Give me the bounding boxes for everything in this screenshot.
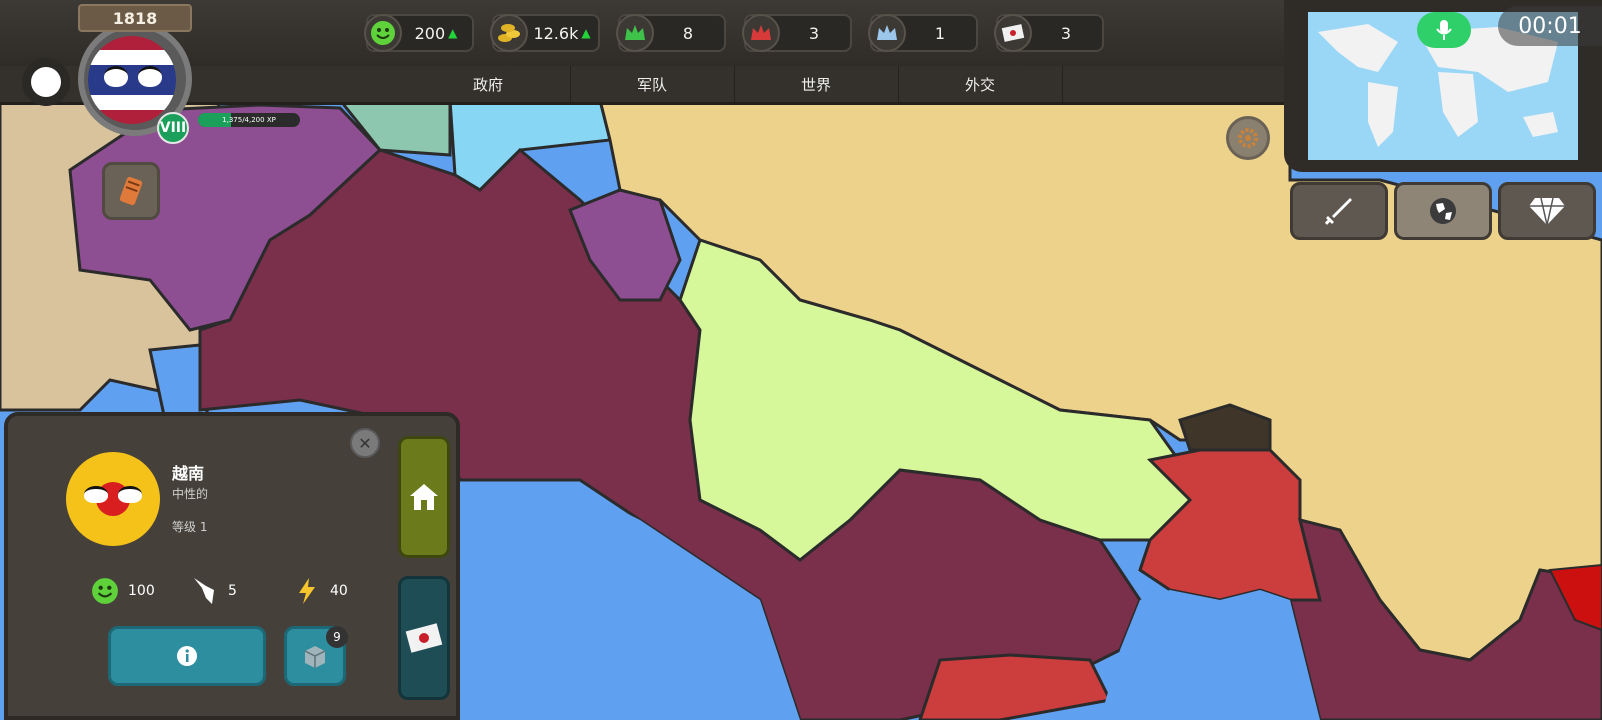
- country-flag-avatar: [66, 452, 160, 546]
- player-level-badge: VIII: [157, 112, 189, 144]
- happiness-value: 200: [414, 23, 446, 43]
- country-stance: 中性的: [172, 487, 209, 501]
- pointing-hand-icon: [190, 576, 220, 606]
- country-level: 等级 1: [172, 520, 208, 534]
- red-crown-value: 3: [808, 23, 820, 43]
- menu-toggle-button[interactable]: [22, 58, 70, 106]
- stat-happiness-value: 100: [128, 583, 155, 599]
- country-name: 越南: [172, 464, 205, 483]
- green-crown-value: 8: [682, 23, 694, 43]
- stat-influence: 5: [190, 576, 237, 606]
- gear-icon: [1238, 128, 1258, 148]
- country-info-button[interactable]: [108, 626, 266, 686]
- up-arrow-icon: ▲: [581, 26, 591, 40]
- happiness-icon: [90, 576, 120, 606]
- avatar-eye-right: [118, 486, 142, 503]
- globe-icon: [1430, 198, 1456, 224]
- home-icon: [410, 484, 438, 510]
- crate-icon: [304, 646, 326, 668]
- tab-bar: 政府 军队 世界 外交: [0, 66, 1290, 105]
- tab-army[interactable]: 军队: [570, 66, 735, 102]
- resource-green-crown[interactable]: 8: [616, 14, 726, 52]
- resource-letters[interactable]: 3: [994, 14, 1104, 52]
- green-crown-icon: [616, 14, 654, 52]
- stat-energy: 40: [292, 576, 348, 606]
- diamond-icon: [1529, 197, 1565, 226]
- settings-button[interactable]: [1226, 116, 1270, 160]
- tab-government[interactable]: 政府: [406, 66, 571, 102]
- up-arrow-icon: ▲: [448, 26, 458, 40]
- happiness-icon: [364, 14, 402, 52]
- scroll-icon: [119, 176, 143, 206]
- war-button[interactable]: [1290, 182, 1388, 240]
- avatar-eye-right: [138, 66, 162, 87]
- resource-gold[interactable]: 12.6k ▲: [490, 14, 600, 52]
- letters-value: 3: [1060, 23, 1072, 43]
- xp-bar: 1,375/4,200 XP: [198, 113, 300, 127]
- microphone-icon: [1436, 20, 1452, 40]
- tab-world[interactable]: 世界: [734, 66, 899, 102]
- avatar-eye-left: [104, 66, 128, 87]
- supply-box-count: 9: [326, 626, 348, 648]
- premium-button[interactable]: [1498, 182, 1596, 240]
- sword-icon: [1324, 198, 1352, 225]
- scroll-button[interactable]: [102, 162, 160, 220]
- envelope-icon: [405, 623, 443, 653]
- gold-coins-icon: [490, 14, 528, 52]
- diplomatic-letter-icon: [994, 14, 1032, 52]
- world-button[interactable]: [1394, 182, 1492, 240]
- lightning-icon: [292, 576, 322, 606]
- tab-diplomacy[interactable]: 外交: [898, 66, 1063, 102]
- resource-blue-crown[interactable]: 1: [868, 14, 978, 52]
- resource-happiness[interactable]: 200 ▲: [364, 14, 474, 52]
- close-panel-button[interactable]: ✕: [350, 428, 380, 458]
- stat-energy-value: 40: [330, 583, 348, 599]
- xp-text: 1,375/4,200 XP: [222, 116, 276, 124]
- avatar-eye-left: [84, 486, 108, 503]
- info-icon: [177, 646, 197, 666]
- blue-crown-value: 1: [934, 23, 946, 43]
- player-flag-avatar[interactable]: [88, 36, 176, 124]
- send-letter-button[interactable]: [398, 576, 450, 700]
- year-badge: 1818: [78, 4, 192, 32]
- blue-crown-icon: [868, 14, 906, 52]
- gold-value: 12.6k: [533, 23, 579, 43]
- stat-influence-value: 5: [228, 583, 237, 599]
- home-button[interactable]: [398, 436, 450, 558]
- stat-happiness: 100: [90, 576, 155, 606]
- red-crown-icon: [742, 14, 780, 52]
- resource-red-crown[interactable]: 3: [742, 14, 852, 52]
- recording-timer: 00:01: [1498, 6, 1602, 46]
- region-red: [1138, 448, 1322, 602]
- close-icon: ✕: [358, 433, 372, 453]
- microphone-button[interactable]: [1417, 12, 1471, 48]
